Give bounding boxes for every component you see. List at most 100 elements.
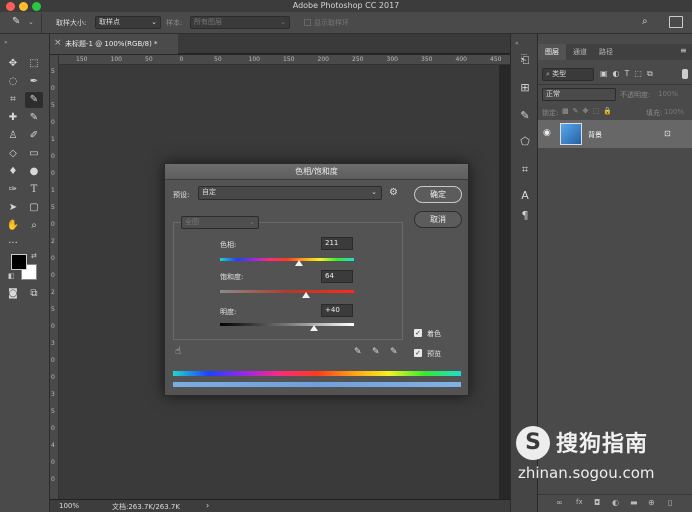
workspace-icon[interactable] [669, 16, 683, 28]
clone-stamp-tool-icon[interactable]: ♙ [4, 128, 22, 144]
tab-channels[interactable]: 通道 [568, 44, 592, 60]
move-tool-icon[interactable]: ✥ [4, 56, 22, 72]
rectangle-tool-icon[interactable]: ▢ [25, 200, 43, 216]
document-tab[interactable]: × 未标题-1 @ 100%(RGB/8) * [50, 34, 178, 54]
show-ring-checkbox[interactable] [304, 19, 311, 26]
sample-size-value: 取样点 [99, 18, 120, 26]
watermark-url: zhinan.sogou.com [518, 464, 655, 482]
pen-tool-icon[interactable]: ✑ [4, 182, 22, 198]
hue-input[interactable]: 211 [321, 237, 353, 250]
dodge-tool-icon[interactable]: ● [25, 164, 43, 180]
new-layer-icon[interactable]: ⊕ [648, 498, 655, 507]
layer-row[interactable]: ◉ 背景 ⊡ [538, 120, 692, 148]
colorize-checkbox[interactable]: ✓ [414, 329, 422, 337]
saturation-slider-track[interactable] [220, 290, 354, 293]
channel-select[interactable]: 全图 ⌄ [181, 216, 259, 229]
eyedropper-minus-icon[interactable]: ✎ [390, 347, 398, 357]
path-selection-tool-icon[interactable]: ➤ [4, 200, 22, 216]
brush-tool-icon[interactable]: ✎ [25, 110, 43, 126]
sample-size-select[interactable]: 取样点 ⌄ [95, 16, 161, 29]
expand-icon[interactable]: « [515, 40, 519, 47]
status-menu-icon[interactable]: › [206, 501, 209, 510]
adjustment-icon[interactable]: ◐ [612, 498, 619, 507]
lasso-tool-icon[interactable]: ◌ [4, 74, 22, 90]
more-tools-icon[interactable]: ··· [4, 236, 22, 252]
fill-value[interactable]: 100% [664, 108, 684, 116]
tab-layers[interactable]: 图层 [538, 44, 566, 60]
paths-panel-icon[interactable]: ⬠ [517, 134, 533, 150]
ruler-tick-label: 5 [51, 306, 55, 313]
opacity-value[interactable]: 100% [658, 90, 678, 98]
link-icon[interactable]: ∞ [556, 498, 563, 507]
mask-icon[interactable]: ◘ [594, 498, 600, 507]
ruler-tick-label: 2 [51, 238, 55, 245]
sample-label: 样本: [166, 19, 183, 27]
healing-brush-tool-icon[interactable]: ✚ [4, 110, 22, 126]
swap-colors-icon[interactable]: ⇄ [31, 252, 37, 260]
zoom-tool-icon[interactable]: ⌕ [25, 218, 43, 234]
close-tab-icon[interactable]: × [54, 38, 62, 48]
lightness-slider-track[interactable] [220, 323, 354, 326]
eyedropper-plus-icon[interactable]: ✎ [372, 347, 380, 357]
hue-slider-thumb[interactable] [294, 260, 303, 266]
sogou-logo: S [516, 426, 550, 460]
lightness-label: 明度: [220, 308, 237, 316]
saturation-input[interactable]: 64 [321, 270, 353, 283]
default-colors-icon[interactable]: ◧ [8, 272, 15, 280]
lightness-input[interactable]: +40 [321, 304, 353, 317]
ruler-tick-label: 0 [51, 170, 55, 177]
quick-mask-icon[interactable]: ◙ [4, 286, 22, 302]
layer-name: 背景 [588, 131, 602, 139]
type-tool-icon[interactable]: T [25, 182, 43, 198]
saturation-slider-thumb[interactable] [301, 292, 310, 298]
targeted-adjustment-hand-icon[interactable]: ☝ [175, 346, 181, 357]
properties-panel-icon[interactable]: ⊞ [517, 80, 533, 96]
sample-select[interactable]: 所有图层 ⌄ [190, 16, 290, 29]
history-brush-tool-icon[interactable]: ✐ [25, 128, 43, 144]
trash-icon[interactable]: ▯ [668, 498, 672, 507]
tab-paths[interactable]: 路径 [594, 44, 618, 60]
crop-panel-icon[interactable]: ⌗ [517, 162, 533, 178]
ok-button[interactable]: 确定 [414, 186, 462, 203]
marquee-tool-icon[interactable]: ⬚ [25, 56, 43, 72]
eyedropper-icon[interactable]: ✎ [354, 347, 362, 357]
paragraph-panel-icon[interactable]: ¶ [517, 208, 533, 224]
quick-selection-tool-icon[interactable]: ✒ [25, 74, 43, 90]
gradient-tool-icon[interactable]: ▭ [25, 146, 43, 162]
brush-panel-icon[interactable]: ✎ [517, 108, 533, 124]
zoom-level[interactable]: 100% [59, 502, 79, 510]
folder-icon[interactable]: ▬ [630, 498, 638, 507]
visibility-eye-icon[interactable]: ◉ [543, 128, 551, 138]
ruler-tick-label: 2 [51, 289, 55, 296]
panel-menu-icon[interactable]: ≡ [680, 46, 687, 55]
layer-filter-select[interactable]: ⌕ 类型 [542, 68, 594, 81]
chevron-down-icon: ⌄ [151, 18, 157, 26]
lock-icons[interactable]: ▩✎✥⬚🔒 [562, 107, 616, 115]
foreground-color-swatch[interactable] [11, 254, 27, 270]
show-ring-label: 显示取样环 [314, 19, 349, 27]
chevron-down-icon[interactable]: ⌄ [28, 18, 34, 26]
preview-checkbox[interactable]: ✓ [414, 349, 422, 357]
gear-icon[interactable]: ⚙ [389, 187, 398, 198]
filter-icons[interactable]: ▣◐T⬚⧉ [600, 69, 658, 79]
eyedropper-tool-preset-icon[interactable]: ✎ [12, 16, 26, 30]
lightness-slider-thumb[interactable] [309, 325, 318, 331]
fx-icon[interactable]: fx [576, 498, 583, 506]
blend-mode-select[interactable]: 正常 [542, 88, 616, 101]
preset-select[interactable]: 自定 ⌄ [198, 186, 382, 200]
character-panel-icon[interactable]: A [517, 188, 533, 204]
blur-tool-icon[interactable]: ♦ [4, 164, 22, 180]
cancel-button[interactable]: 取消 [414, 211, 462, 228]
history-panel-icon[interactable]: ⎗ [517, 52, 533, 68]
collapse-icon[interactable]: » [4, 39, 8, 46]
ruler-tick-label: 0 [51, 272, 55, 279]
eyedropper-tool-icon[interactable]: ✎ [25, 92, 43, 108]
search-icon[interactable]: ⌕ [642, 16, 648, 27]
crop-tool-icon[interactable]: ⌗ [4, 92, 22, 108]
hand-tool-icon[interactable]: ✋ [4, 218, 22, 234]
eraser-tool-icon[interactable]: ◇ [4, 146, 22, 162]
ruler-tick-label: 0 [51, 357, 55, 364]
hue-slider-track[interactable] [220, 258, 354, 261]
screen-mode-icon[interactable]: ⧉ [25, 286, 43, 302]
filter-toggle-icon[interactable] [682, 69, 688, 79]
